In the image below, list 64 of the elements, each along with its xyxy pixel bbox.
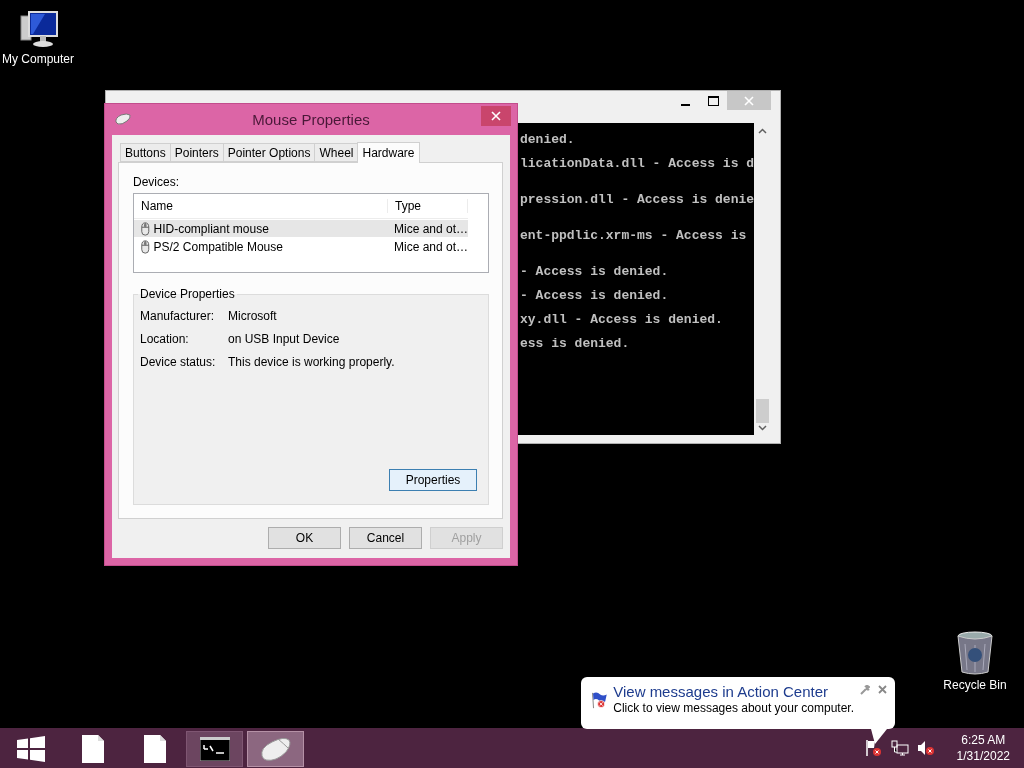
tab[interactable]: Pointer Options (222, 143, 316, 162)
file-icon (144, 735, 166, 763)
recycle-bin-icon[interactable] (955, 630, 995, 676)
speaker-muted-icon[interactable] (916, 740, 935, 756)
minimize-icon (680, 103, 690, 106)
property-value: on USB Input Device (228, 332, 341, 346)
console-line: xy.dll - Access is denied. (520, 313, 723, 327)
close-icon (491, 111, 501, 121)
wrench-icon[interactable] (860, 685, 870, 695)
network-icon[interactable] (890, 740, 909, 756)
group-title: Device Properties (139, 287, 236, 301)
tab[interactable]: Buttons (120, 143, 171, 162)
clock[interactable]: 6:25 AM 1/31/2022 (956, 732, 1010, 764)
property-value: Microsoft (228, 309, 278, 323)
notification-balloon[interactable]: View messages in Action Center Click to view messages about your computer. (581, 677, 895, 729)
property-label: Device status: (140, 355, 217, 369)
flag-error-icon[interactable] (864, 739, 883, 757)
device-row[interactable]: HID-compliant mouse Mice and ot… (134, 220, 468, 237)
close-icon (744, 95, 754, 106)
column-header[interactable]: Type (388, 199, 468, 213)
desktop-icon-label[interactable]: Recycle Bin (943, 678, 1007, 692)
column-header[interactable]: Name (134, 199, 388, 213)
property-label: Location: (140, 332, 190, 346)
close-icon[interactable] (878, 685, 887, 694)
device-type: Mice and ot… (393, 221, 468, 236)
property-value: This device is working properly. (228, 355, 396, 369)
console-line: licationData.dll - Access is d (520, 157, 754, 171)
properties-button[interactable]: Properties (389, 469, 477, 491)
tab[interactable]: Wheel (314, 143, 359, 162)
clock-date: 1/31/2022 (956, 748, 1010, 764)
tab[interactable]: Pointers (169, 143, 224, 162)
file-icon (82, 735, 104, 763)
property-label: Manufacturer: (140, 309, 216, 323)
mouse-icon (115, 113, 131, 125)
tab[interactable]: Hardware (357, 142, 420, 163)
dialog-button[interactable]: OK (268, 527, 341, 549)
devices-label: Devices: (133, 175, 180, 189)
device-type: Mice and ot… (393, 239, 468, 254)
maximize-icon (707, 95, 719, 106)
notification-title: View messages in Action Center (613, 683, 830, 700)
console-line: denied. (520, 133, 575, 147)
dialog-button[interactable]: Cancel (349, 527, 422, 549)
scroll-down-icon[interactable] (758, 425, 767, 431)
console-line: ess is denied. (520, 337, 630, 351)
mouse-icon (140, 221, 151, 236)
device-name: PS/2 Compatible Mouse (134, 239, 388, 254)
scroll-thumb[interactable] (756, 399, 769, 423)
device-row[interactable]: PS/2 Compatible Mouse Mice and ot… (134, 238, 468, 255)
windows-logo-icon (17, 736, 45, 762)
close-button[interactable] (481, 106, 511, 126)
console-line: - Access is denied. (520, 289, 669, 303)
desktop-icon-label[interactable]: My Computer (2, 52, 74, 66)
mouse-icon (259, 736, 292, 762)
console-line: - Access is denied. (520, 265, 669, 279)
scroll-up-icon[interactable] (758, 128, 767, 134)
console-line: pression.dll - Access is denie (520, 193, 754, 207)
window-title: Mouse Properties (252, 111, 370, 128)
taskbar-button[interactable] (186, 731, 243, 767)
clock-time: 6:25 AM (961, 732, 1006, 748)
console-line: ent-ppdlic.xrm-ms - Access is (520, 229, 747, 243)
notification-text: Click to view messages about your computer. (613, 701, 854, 715)
device-name: HID-compliant mouse (134, 221, 388, 236)
terminal-icon (199, 737, 230, 761)
mouse-icon (140, 239, 151, 254)
